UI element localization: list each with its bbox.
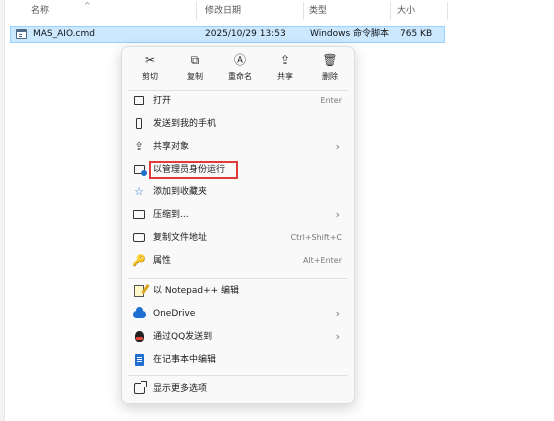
menu-item-label: 以 Notepad++ 编辑: [153, 286, 240, 296]
menu-item-label: 复制文件地址: [153, 233, 208, 243]
menu-item-notepadpp[interactable]: 以 Notepad++ 编辑: [126, 280, 350, 302]
file-row-selected[interactable]: MAS_AIO.cmd 2025/10/29 13:53 Windows 命令脚…: [10, 26, 445, 43]
onedrive-cloud-icon: [133, 307, 146, 318]
menu-item-label: 属性: [153, 256, 172, 266]
delete-button[interactable]: 🗑 删除: [308, 51, 352, 87]
menu-item-label: 显示更多选项: [153, 384, 208, 394]
share-button[interactable]: ⇪ 共享: [263, 51, 307, 87]
menu-item-share-object[interactable]: ⇪ 共享对象 ›: [126, 136, 350, 158]
qq-icon: [135, 331, 144, 342]
menu-item-copy-path[interactable]: 复制文件地址 Ctrl+Shift+C: [126, 227, 350, 249]
menu-item-label: OneDrive: [153, 309, 196, 319]
more-options-icon: [134, 381, 147, 394]
column-divider[interactable]: [447, 2, 448, 20]
column-divider[interactable]: [303, 2, 304, 20]
menu-item-label: 添加到收藏夹: [153, 187, 208, 197]
chevron-right-icon: ›: [335, 330, 340, 343]
shortcut-label: Enter: [320, 96, 342, 105]
copy-path-icon: [133, 233, 145, 242]
chevron-right-icon: ›: [335, 208, 340, 221]
column-header-name[interactable]: 名称: [31, 0, 49, 22]
open-icon: [134, 96, 144, 105]
notepad-icon: [135, 354, 144, 366]
menu-separator: [128, 375, 348, 376]
context-menu: ✂ 剪切 ⧉ 复制 Ⓐ 重命名 ⇪ 共享 🗑 删除 打开 Enter 发送到我的…: [121, 46, 355, 404]
sort-caret-icon: ^: [84, 1, 91, 10]
phone-icon: [136, 118, 142, 129]
menu-item-send-via-qq[interactable]: 通过QQ发送到 ›: [126, 326, 350, 348]
notepadpp-icon: [134, 285, 144, 297]
share-label: 共享: [277, 72, 293, 81]
menu-item-onedrive[interactable]: OneDrive ›: [126, 303, 350, 325]
delete-label: 删除: [322, 72, 338, 81]
menu-item-edit-in-notepad[interactable]: 在记事本中编辑: [126, 349, 350, 371]
menu-item-open[interactable]: 打开 Enter: [126, 90, 350, 112]
file-name: MAS_AIO.cmd: [33, 29, 95, 39]
cut-label: 剪切: [142, 72, 158, 81]
column-divider[interactable]: [196, 2, 197, 20]
menu-item-send-to-phone[interactable]: 发送到我的手机: [126, 113, 350, 135]
window-left-edge: [0, 0, 5, 421]
column-divider[interactable]: [390, 2, 391, 20]
share-icon: ⇪: [279, 53, 291, 67]
copy-button[interactable]: ⧉ 复制: [173, 51, 217, 87]
menu-item-label: 在记事本中编辑: [153, 355, 217, 365]
menu-separator: [128, 278, 348, 279]
shortcut-label: Ctrl+Shift+C: [290, 233, 342, 242]
file-type: Windows 命令脚本: [310, 29, 390, 39]
share-icon: ⇪: [134, 140, 144, 153]
cmd-file-icon: [16, 29, 27, 39]
archive-icon: [133, 210, 145, 219]
red-highlight-box: [149, 161, 238, 179]
shortcut-label: Alt+Enter: [302, 256, 342, 265]
rename-label: 重命名: [228, 72, 252, 81]
menu-item-compress-to[interactable]: 压缩到... ›: [126, 204, 350, 226]
copy-label: 复制: [187, 72, 203, 81]
cut-icon: ✂: [144, 53, 156, 67]
file-modified: 2025/10/29 13:53: [205, 29, 286, 39]
menu-item-label: 打开: [153, 96, 172, 106]
menu-item-label: 发送到我的手机: [153, 119, 217, 129]
menu-item-properties[interactable]: 🔑 属性 Alt+Enter: [126, 250, 350, 272]
menu-item-label: 通过QQ发送到: [153, 332, 213, 342]
delete-icon: 🗑: [322, 53, 338, 67]
menu-item-label: 压缩到...: [153, 210, 189, 220]
rename-icon: Ⓐ: [233, 53, 246, 67]
column-header-type[interactable]: 类型: [309, 0, 327, 22]
copy-icon: ⧉: [190, 53, 200, 67]
key-icon: 🔑: [132, 254, 146, 267]
run-as-admin-icon: [134, 165, 147, 176]
star-icon: ☆: [134, 185, 144, 198]
menu-item-add-to-favorites[interactable]: ☆ 添加到收藏夹: [126, 181, 350, 203]
column-header-size[interactable]: 大小: [397, 0, 415, 22]
menu-item-run-as-admin[interactable]: 以管理员身份运行: [126, 159, 350, 181]
cut-button[interactable]: ✂ 剪切: [128, 51, 172, 87]
menu-item-label: 共享对象: [153, 142, 190, 152]
menu-item-show-more-options[interactable]: 显示更多选项: [126, 378, 350, 400]
chevron-right-icon: ›: [335, 307, 340, 320]
rename-button[interactable]: Ⓐ 重命名: [218, 51, 262, 87]
file-size: 765 KB: [400, 29, 433, 39]
chevron-right-icon: ›: [335, 140, 340, 153]
column-header-modified[interactable]: 修改日期: [205, 0, 241, 22]
